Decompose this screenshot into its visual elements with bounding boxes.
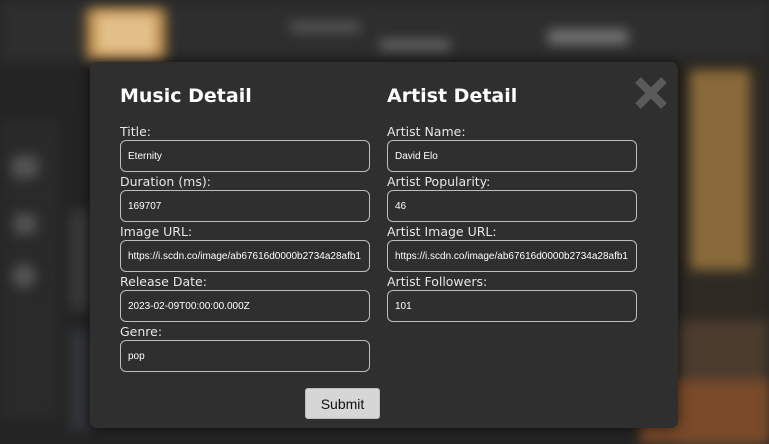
title-field: Title: [120, 125, 370, 172]
background-icon [12, 264, 36, 288]
music-detail-heading: Music Detail [120, 85, 252, 107]
close-icon [635, 77, 667, 109]
artist-followers-input[interactable] [387, 290, 637, 322]
artist-name-label: Artist Name: [387, 124, 466, 139]
background-text [290, 22, 360, 32]
artist-followers-field: Artist Followers: [387, 275, 637, 322]
duration-field: Duration (ms): [120, 175, 370, 222]
artist-image-url-input[interactable] [387, 240, 637, 272]
artist-name-input[interactable] [387, 140, 637, 172]
image-url-label: Image URL: [120, 224, 193, 239]
artist-followers-label: Artist Followers: [387, 274, 488, 289]
title-input[interactable] [120, 140, 370, 172]
genre-field: Genre: [120, 325, 370, 372]
artist-image-url-label: Artist Image URL: [387, 224, 497, 239]
background-card [70, 210, 90, 310]
background-text [548, 30, 628, 44]
background-poster [690, 70, 750, 270]
artist-name-field: Artist Name: [387, 125, 637, 172]
background-album-art-inner [96, 14, 156, 54]
close-button[interactable] [634, 76, 668, 110]
submit-button[interactable]: Submit [305, 388, 380, 419]
background-icon [12, 156, 38, 178]
artist-image-url-field: Artist Image URL: [387, 225, 637, 272]
background-card [70, 330, 90, 430]
image-url-input[interactable] [120, 240, 370, 272]
release-date-label: Release Date: [120, 274, 207, 289]
artist-detail-section: Artist Detail Artist Name: Artist Popula… [387, 84, 637, 325]
release-date-input[interactable] [120, 290, 370, 322]
artist-popularity-input[interactable] [387, 190, 637, 222]
genre-input[interactable] [120, 340, 370, 372]
background-text [380, 40, 450, 50]
background-icon [14, 214, 36, 234]
artist-detail-heading: Artist Detail [387, 85, 518, 107]
edit-music-modal: Music Detail Title: Duration (ms): Image… [90, 62, 678, 428]
artist-popularity-label: Artist Popularity: [387, 174, 491, 189]
duration-input[interactable] [120, 190, 370, 222]
genre-label: Genre: [120, 324, 163, 339]
duration-label: Duration (ms): [120, 174, 211, 189]
image-url-field: Image URL: [120, 225, 370, 272]
title-label: Title: [120, 124, 151, 139]
release-date-field: Release Date: [120, 275, 370, 322]
artist-popularity-field: Artist Popularity: [387, 175, 637, 222]
music-detail-section: Music Detail Title: Duration (ms): Image… [120, 84, 370, 375]
